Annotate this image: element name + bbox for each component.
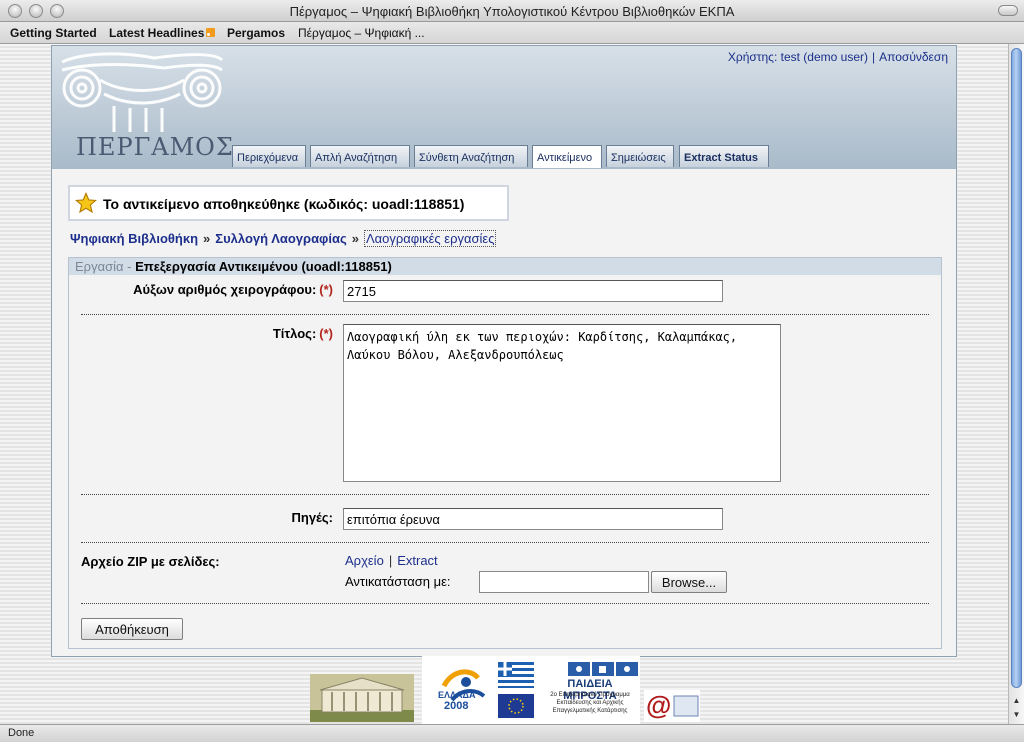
- toolbar-toggle-button[interactable]: [998, 5, 1018, 16]
- form-header-category: Εργασία: [75, 259, 124, 274]
- greek-flag-icon: [498, 662, 534, 688]
- at-sign-icon: @: [646, 690, 699, 720]
- tab-simple-search[interactable]: Απλή Αναζήτηση: [310, 145, 410, 167]
- form-header-title: Επεξεργασία Αντικειμένου (uoadl:118851): [135, 259, 392, 274]
- user-bar: Χρήστης: test (demo user) | Αποσύνδεση: [728, 50, 948, 64]
- site-header: ΠΕΡΓΑΜΟΣ Χρήστης: test (demo user) | Αποσύ…: [52, 46, 956, 169]
- university-building-logo[interactable]: [310, 674, 414, 722]
- required-marker: (*): [319, 282, 333, 297]
- breadcrumb-folklore-collection[interactable]: Συλλογή Λαογραφίας: [215, 231, 346, 246]
- eu-flag-icon: [498, 694, 534, 718]
- sources-label: Πηγές:: [291, 510, 333, 525]
- title-label: Τίτλος: (*): [69, 326, 333, 341]
- zip-label: Αρχείο ZIP με σελίδες:: [81, 554, 220, 569]
- divider: [81, 542, 929, 543]
- saved-notice: Το αντικείμενο αποθηκεύθηκε (κωδικός: uo…: [68, 185, 509, 221]
- pergamos-logo[interactable]: ΠΕΡΓΑΜΟΣ: [54, 48, 233, 168]
- edit-form: Εργασία - Επεξεργασία Αντικειμένου (uoad…: [68, 257, 942, 649]
- zip-links-separator: |: [388, 553, 393, 568]
- bookmark-pergamos[interactable]: Pergamos: [227, 26, 285, 40]
- star-icon: [75, 192, 97, 214]
- tab-extract-status[interactable]: Extract Status: [679, 145, 769, 167]
- rss-icon: [206, 28, 216, 37]
- bookmark-label: Latest Headlines: [109, 26, 205, 40]
- window-title: Πέργαμος – Ψηφιακή Βιβλιοθήκη Υπολογιστι…: [289, 4, 735, 19]
- tab-object[interactable]: Αντικείμενο: [532, 145, 602, 168]
- manuscript-label: Αύξων αριθμός χειρογράφου: (*): [69, 282, 333, 297]
- breadcrumb: Ψηφιακή Βιβλιοθήκη » Συλλογή Λαογραφίας » Λα…: [70, 230, 497, 247]
- scroll-up-arrow-icon[interactable]: ▲: [1010, 694, 1023, 708]
- status-text: Done: [8, 727, 35, 739]
- title-textarea[interactable]: Λαογραφική ύλη εκ των περιοχών: Καρδίτση…: [343, 324, 781, 482]
- bookmarks-bar: Getting Started Latest Headlines Pergamo…: [0, 22, 1024, 44]
- bookmark-pergamos-greek[interactable]: Πέργαμος – Ψηφιακή ...: [298, 26, 425, 40]
- save-button[interactable]: Αποθήκευση: [81, 618, 183, 640]
- required-marker: (*): [319, 326, 333, 341]
- window-titlebar: Πέργαμος – Ψηφιακή Βιβλιοθήκη Υπολογιστι…: [0, 0, 1024, 22]
- bookmark-getting-started[interactable]: Getting Started: [10, 26, 97, 40]
- notice-text: Το αντικείμενο αποθηκεύθηκε (κωδικός: uo…: [103, 196, 465, 212]
- scroll-down-arrow-icon[interactable]: ▼: [1010, 708, 1023, 722]
- svg-text:@: @: [646, 690, 671, 720]
- tab-contents[interactable]: Περιεχόμενα: [232, 145, 306, 167]
- form-header-dash: -: [123, 259, 136, 274]
- paideia-subtitle: 2ο Επιχειρησιακό Πρόγραμμα Εκπαίδευσης κ…: [542, 691, 638, 715]
- ellada-year: 2008: [444, 700, 469, 712]
- sponsor-logos: ΕΛΛΑΔΑ 2008 ΠΑΙΔΕΙΑ ΜΠΡΟΣΤΑ 2ο Επιχειρησ…: [422, 656, 640, 724]
- divider: [81, 494, 929, 495]
- manuscript-label-text: Αύξων αριθμός χειρογράφου:: [133, 282, 317, 297]
- paideia-sub-line: Εκπαίδευσης και Αρχικής: [556, 700, 624, 706]
- extract-link[interactable]: Extract: [397, 553, 437, 568]
- tab-advanced-search[interactable]: Σύνθετη Αναζήτηση: [414, 145, 528, 167]
- file-path-input[interactable]: [479, 571, 649, 593]
- user-bar-separator: |: [872, 50, 876, 64]
- divider: [81, 603, 929, 604]
- zip-file-link[interactable]: Αρχείο: [345, 553, 384, 568]
- manuscript-number-input[interactable]: [343, 280, 723, 302]
- footer-logos: ΕΛΛΑΔΑ 2008 ΠΑΙΔΕΙΑ ΜΠΡΟΣΤΑ 2ο Επιχειρησ…: [0, 656, 1008, 724]
- paideia-sub-line: 2ο Επιχειρησιακό Πρόγραμμα: [550, 692, 630, 698]
- breadcrumb-digital-library[interactable]: Ψηφιακή Βιβλιοθήκη: [70, 231, 198, 246]
- sources-input[interactable]: [343, 508, 723, 530]
- breadcrumb-separator: »: [203, 231, 211, 246]
- paideia-sub-line: Επαγγελματικής Κατάρτισης: [552, 708, 628, 714]
- replace-label: Αντικατάσταση με:: [345, 574, 451, 589]
- title-label-text: Τίτλος:: [272, 326, 317, 341]
- bookmark-latest-headlines[interactable]: Latest Headlines: [109, 26, 216, 40]
- at-sign-logo[interactable]: @: [644, 690, 700, 722]
- browse-button[interactable]: Browse...: [651, 571, 727, 593]
- ellada-text: ΕΛΛΑΔΑ: [438, 690, 476, 700]
- tab-notes[interactable]: Σημειώσεις: [606, 145, 674, 167]
- breadcrumb-folklore-works[interactable]: Λαογραφικές εργασίες: [363, 230, 497, 247]
- vertical-scrollbar[interactable]: ▲ ▼: [1008, 44, 1024, 724]
- status-bar: Done: [0, 724, 1024, 742]
- zip-links: Αρχείο | Extract: [345, 553, 438, 568]
- paideia-squares-icon: [568, 662, 638, 676]
- form-header: Εργασία - Επεξεργασία Αντικειμένου (uoad…: [69, 258, 941, 275]
- logout-link[interactable]: Αποσύνδεση: [879, 50, 948, 64]
- site-frame: ΠΕΡΓΑΜΟΣ Χρήστης: test (demo user) | Αποσύ…: [51, 45, 957, 657]
- logo-text: ΠΕΡΓΑΜΟΣ: [76, 133, 234, 161]
- divider: [81, 314, 929, 315]
- main-content: Το αντικείμενο αποθηκεύθηκε (κωδικός: uo…: [52, 169, 956, 656]
- breadcrumb-separator: »: [351, 231, 359, 246]
- user-link[interactable]: Χρήστης: test (demo user): [728, 50, 868, 64]
- page-viewport: ΠΕΡΓΑΜΟΣ Χρήστης: test (demo user) | Αποσύ…: [0, 44, 1008, 724]
- university-building-icon: [310, 674, 414, 722]
- scrollbar-thumb[interactable]: [1011, 48, 1022, 688]
